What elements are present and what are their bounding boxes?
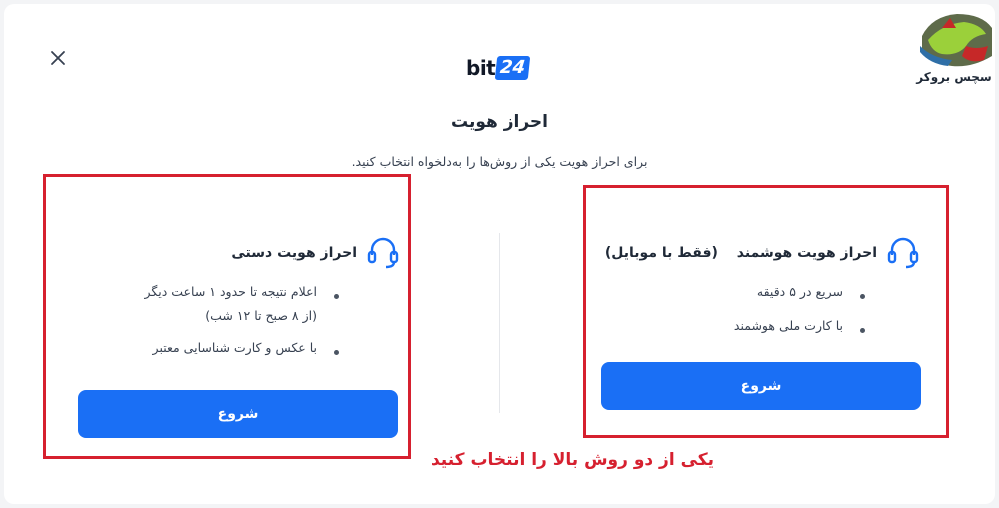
list-item: سریع در ۵ دقیقه bbox=[734, 280, 866, 304]
feature-text: سریع در ۵ دقیقه bbox=[756, 284, 843, 299]
logo-number: 24 bbox=[494, 56, 531, 80]
headset-icon bbox=[367, 237, 399, 269]
manual-verification-title: احراز هویت دستی bbox=[231, 245, 357, 261]
logo-text: bit bbox=[466, 56, 496, 80]
smart-verification-header: احراز هویت هوشمند (فقط با موبایل) bbox=[605, 235, 919, 271]
bit24-logo: bit 24 bbox=[466, 56, 531, 80]
smart-verification-features: سریع در ۵ دقیقه با کارت ملی هوشمند bbox=[733, 280, 866, 338]
manual-start-button[interactable]: شروع bbox=[78, 390, 398, 438]
list-item: با عکس و کارت شناسایی معتبر bbox=[144, 336, 339, 360]
feature-subtext: (از ۸ صبح تا ۱۲ شب) bbox=[205, 308, 317, 323]
feature-text: با عکس و کارت شناسایی معتبر bbox=[152, 340, 317, 355]
manual-verification-header: احراز هویت دستی bbox=[231, 235, 399, 271]
list-item: با کارت ملی هوشمند bbox=[733, 314, 866, 338]
feature-text: اعلام نتیجه تا حدود ۱ ساعت دیگر bbox=[144, 284, 317, 299]
smart-start-button[interactable]: شروع bbox=[601, 362, 921, 410]
watermark-text: سچس بروکر bbox=[916, 70, 992, 84]
instruction-annotation: یکی از دو روش بالا را انتخاب کنید bbox=[430, 450, 715, 470]
headset-icon bbox=[887, 237, 919, 269]
page-title: احراز هویت bbox=[450, 112, 548, 132]
smart-verification-title-text: احراز هویت هوشمند bbox=[736, 245, 877, 261]
page-subtitle: برای احراز هویت یکی از روش‌ها را به‌دلخو… bbox=[351, 154, 648, 169]
list-item: اعلام نتیجه تا حدود ۱ ساعت دیگر (از ۸ صب… bbox=[144, 280, 339, 328]
smart-verification-title: احراز هویت هوشمند (فقط با موبایل) bbox=[605, 245, 877, 261]
smart-verification-note: (فقط با موبایل) bbox=[604, 245, 718, 261]
close-icon[interactable] bbox=[48, 48, 68, 68]
methods-divider bbox=[499, 233, 500, 413]
feature-text: با کارت ملی هوشمند bbox=[733, 318, 843, 333]
manual-verification-features: اعلام نتیجه تا حدود ۱ ساعت دیگر (از ۸ صب… bbox=[144, 280, 339, 360]
